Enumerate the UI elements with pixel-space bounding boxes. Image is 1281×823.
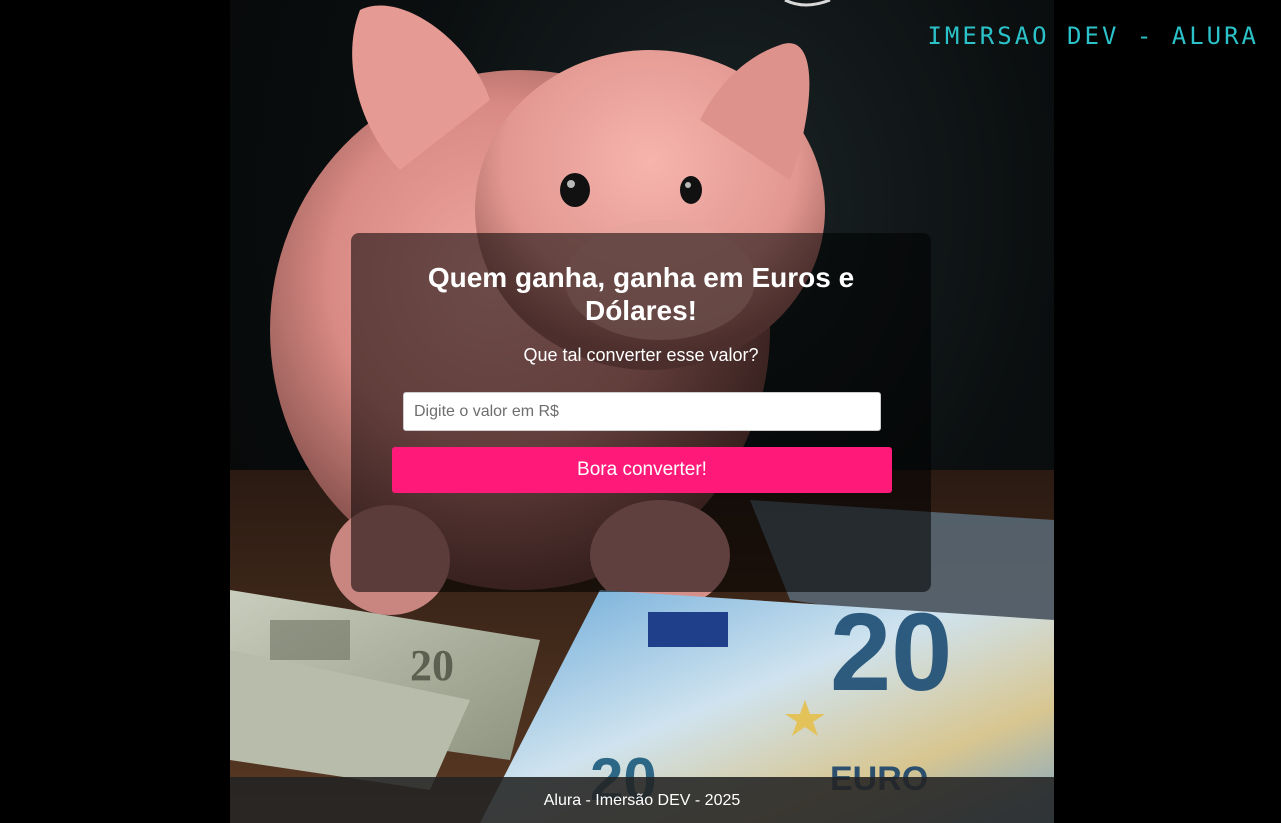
euro-note-value: 20 (830, 591, 952, 714)
converter-title: Quem ganha, ganha em Euros e Dólares! (427, 262, 855, 326)
piggy-eye-right (680, 176, 702, 204)
footer-text: Alura - Imersão DEV - 2025 (543, 792, 741, 809)
brand-logo: IMERSAO DEV - ALURA (927, 22, 1259, 50)
piggy-eye-left (560, 173, 590, 207)
amount-input[interactable] (403, 392, 881, 431)
logo-text: IMERSAO DEV - ALURA (927, 22, 1259, 50)
page: 20 20 20 EURO IMERSAO DEV - ALURA Quem g… (0, 0, 1281, 823)
converter-subtitle: Que tal converter esse valor? (523, 345, 759, 365)
coin-slot (784, 0, 831, 7)
footer: Alura - Imersão DEV - 2025 (230, 777, 1054, 823)
convert-button[interactable]: Bora converter! (392, 447, 892, 493)
converter-card: Quem ganha, ganha em Euros e Dólares! Qu… (351, 233, 931, 592)
dollar-note-value: 20 (410, 641, 454, 690)
